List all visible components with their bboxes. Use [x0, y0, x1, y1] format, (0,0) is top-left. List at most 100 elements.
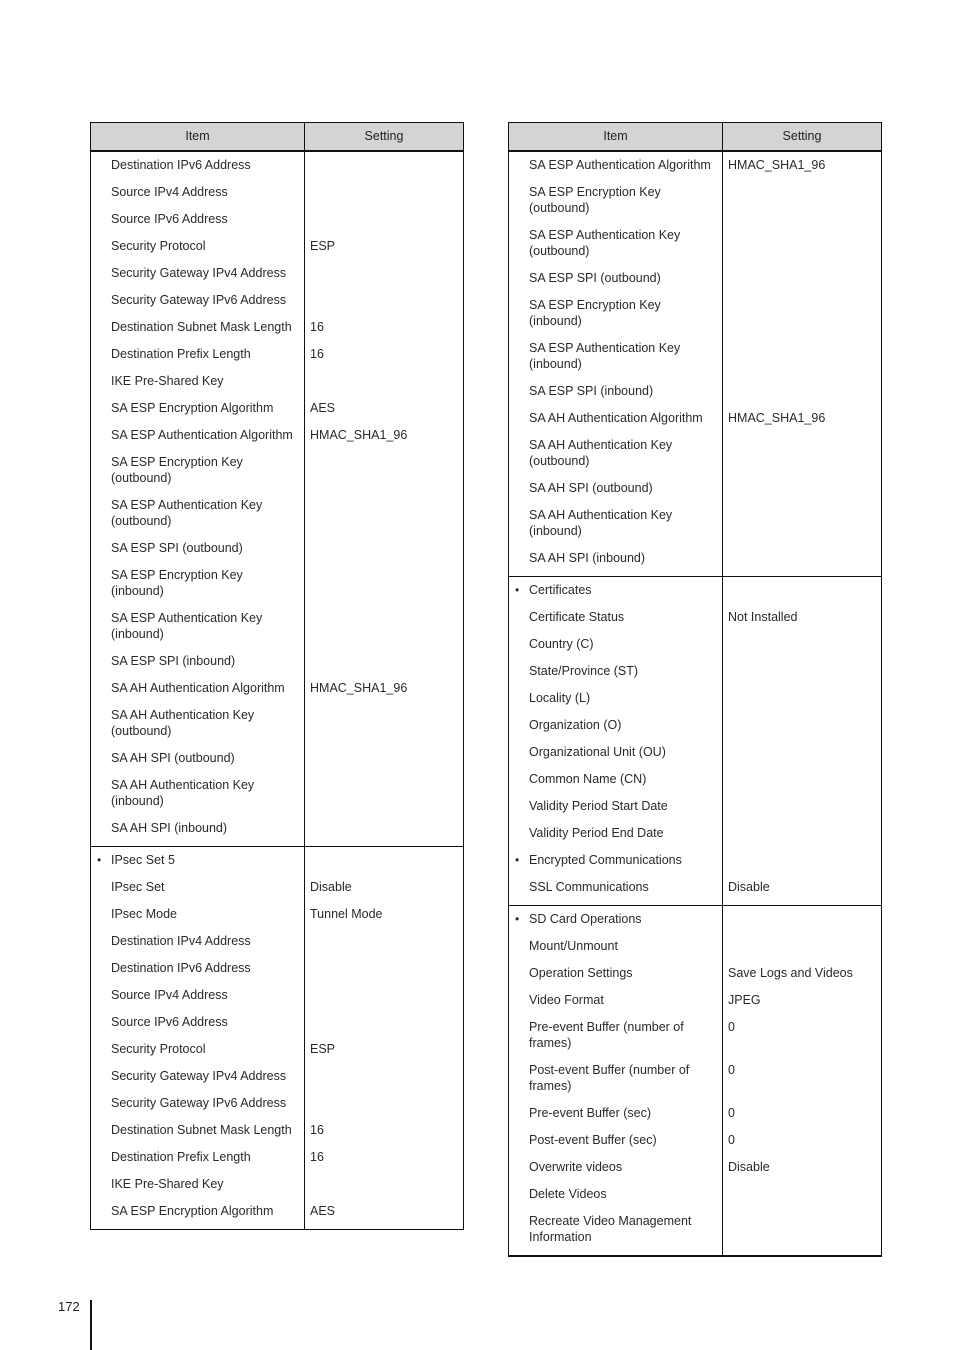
table-row: Security Gateway IPv4 Address	[91, 1066, 463, 1093]
row-group: SD Card Operations Mount/Unmount Operation…	[509, 905, 881, 1255]
item-cell: Destination Prefix Length	[111, 347, 251, 361]
table-row: Common Name (CN)	[509, 769, 881, 796]
table-row: SA AH Authentication Algorithm HMAC_SHA1_…	[509, 408, 881, 435]
item-cell: Validity Period Start Date	[529, 799, 668, 813]
item-cell: IKE Pre-Shared Key	[111, 1177, 224, 1191]
item-cell: Pre-event Buffer (sec)	[529, 1106, 652, 1120]
table-row: SA ESP SPI (inbound)	[509, 381, 881, 408]
item-cell: SA ESP Authentication Key (outbound)	[529, 228, 681, 258]
table-row: SA ESP Encryption Algorithm AES	[91, 398, 463, 425]
setting-cell: 0	[728, 1063, 735, 1077]
table-row: Operation Settings Save Logs and Videos	[509, 963, 881, 990]
table-row: Security Protocol ESP	[91, 1039, 463, 1066]
setting-cell: JPEG	[728, 993, 761, 1007]
item-cell: Source IPv6 Address	[111, 212, 228, 226]
setting-cell	[722, 936, 881, 963]
setting-cell	[722, 769, 881, 796]
item-cell: SA ESP Encryption Key (outbound)	[111, 455, 243, 485]
table-row: Encrypted Communications	[509, 850, 881, 877]
table-row: IKE Pre-Shared Key	[91, 1174, 463, 1201]
setting-cell	[722, 715, 881, 742]
setting-cell	[722, 909, 881, 936]
table-row: Security Gateway IPv4 Address	[91, 263, 463, 290]
table-row: Destination IPv6 Address	[91, 958, 463, 985]
setting-cell	[722, 478, 881, 505]
section-heading: Encrypted Communications	[509, 850, 722, 877]
section-heading: IPsec Set 5	[91, 850, 304, 877]
table-row: Country (C)	[509, 634, 881, 661]
setting-cell	[304, 209, 463, 236]
item-cell: SA AH Authentication Key (outbound)	[111, 708, 255, 738]
setting-cell	[722, 435, 881, 478]
table-row: Validity Period Start Date	[509, 796, 881, 823]
table-row: Source IPv6 Address	[91, 209, 463, 236]
item-cell: SA AH Authentication Key (inbound)	[529, 508, 673, 538]
settings-table-left: Item Setting Destination IPv6 Address Sou…	[90, 122, 464, 1230]
table-row: SA AH Authentication Key (inbound)	[91, 775, 463, 818]
setting-cell: ESP	[310, 1042, 336, 1056]
setting-cell: Disable	[728, 1160, 770, 1174]
setting-cell	[304, 705, 463, 748]
setting-cell	[722, 338, 881, 381]
setting-cell: 0	[728, 1106, 735, 1120]
item-cell: Common Name (CN)	[529, 772, 647, 786]
table-row: Video Format JPEG	[509, 990, 881, 1017]
table-row: Destination Subnet Mask Length 16	[91, 317, 463, 344]
item-cell: Security Protocol	[111, 1042, 206, 1056]
setting-cell	[304, 985, 463, 1012]
table-header: Item Setting	[509, 123, 881, 152]
table-row: Certificates	[509, 580, 881, 607]
setting-cell	[304, 818, 463, 845]
setting-cell	[304, 538, 463, 565]
table-row: Destination IPv4 Address	[91, 931, 463, 958]
table-row: Organizational Unit (OU)	[509, 742, 881, 769]
table-row: Locality (L)	[509, 688, 881, 715]
item-cell: Pre-event Buffer (number of frames)	[529, 1020, 684, 1050]
setting-cell	[304, 651, 463, 678]
setting-cell: AES	[310, 1204, 336, 1218]
header-item: Item	[91, 123, 305, 150]
setting-cell: 16	[310, 320, 324, 334]
row-group: Certificates Certificate Status Not Instal…	[509, 576, 881, 905]
table-row: Post-event Buffer (sec) 0	[509, 1130, 881, 1157]
item-cell: IPsec Set	[111, 880, 165, 894]
section-heading: SD Card Operations	[509, 909, 722, 936]
setting-cell	[722, 1184, 881, 1211]
setting-cell	[304, 1066, 463, 1093]
setting-cell: AES	[310, 401, 336, 415]
item-cell: Security Gateway IPv4 Address	[111, 1069, 287, 1083]
table-row: IPsec Mode Tunnel Mode	[91, 904, 463, 931]
item-cell: Video Format	[529, 993, 604, 1007]
table-row: Security Protocol ESP	[91, 236, 463, 263]
table-row: Delete Videos	[509, 1184, 881, 1211]
row-group: IPsec Set 5 IPsec Set Disable IPsec Mode Tun…	[91, 846, 463, 1229]
table-row: SA ESP Encryption Algorithm AES	[91, 1201, 463, 1228]
item-cell: SSL Communications	[529, 880, 649, 894]
setting-cell: 16	[310, 1123, 324, 1137]
setting-cell: 0	[728, 1133, 735, 1147]
item-cell: SA ESP SPI (outbound)	[111, 541, 243, 555]
setting-cell	[722, 182, 881, 225]
setting-cell	[304, 290, 463, 317]
setting-cell	[304, 452, 463, 495]
item-cell: Security Gateway IPv6 Address	[111, 293, 287, 307]
item-cell: SA AH Authentication Algorithm	[529, 411, 703, 425]
header-setting: Setting	[782, 129, 822, 143]
table-row: Destination Subnet Mask Length 16	[91, 1120, 463, 1147]
item-cell: SA ESP Encryption Algorithm	[111, 401, 274, 415]
setting-cell	[304, 958, 463, 985]
setting-cell	[304, 608, 463, 651]
table-row: SA AH SPI (outbound)	[91, 748, 463, 775]
item-cell: SA AH SPI (outbound)	[529, 481, 653, 495]
table-row: Source IPv4 Address	[91, 182, 463, 209]
setting-cell	[722, 1211, 881, 1254]
table-body: Destination IPv6 Address Source IPv4 Addr…	[91, 152, 463, 1229]
page-margin-rule	[90, 1300, 92, 1350]
setting-cell	[304, 850, 463, 877]
setting-cell: 16	[310, 1150, 324, 1164]
setting-cell	[304, 931, 463, 958]
table-row: SA AH Authentication Algorithm HMAC_SHA1_…	[91, 678, 463, 705]
item-cell: Source IPv4 Address	[111, 185, 228, 199]
setting-cell: 16	[310, 347, 324, 361]
item-cell: Destination IPv4 Address	[111, 934, 251, 948]
